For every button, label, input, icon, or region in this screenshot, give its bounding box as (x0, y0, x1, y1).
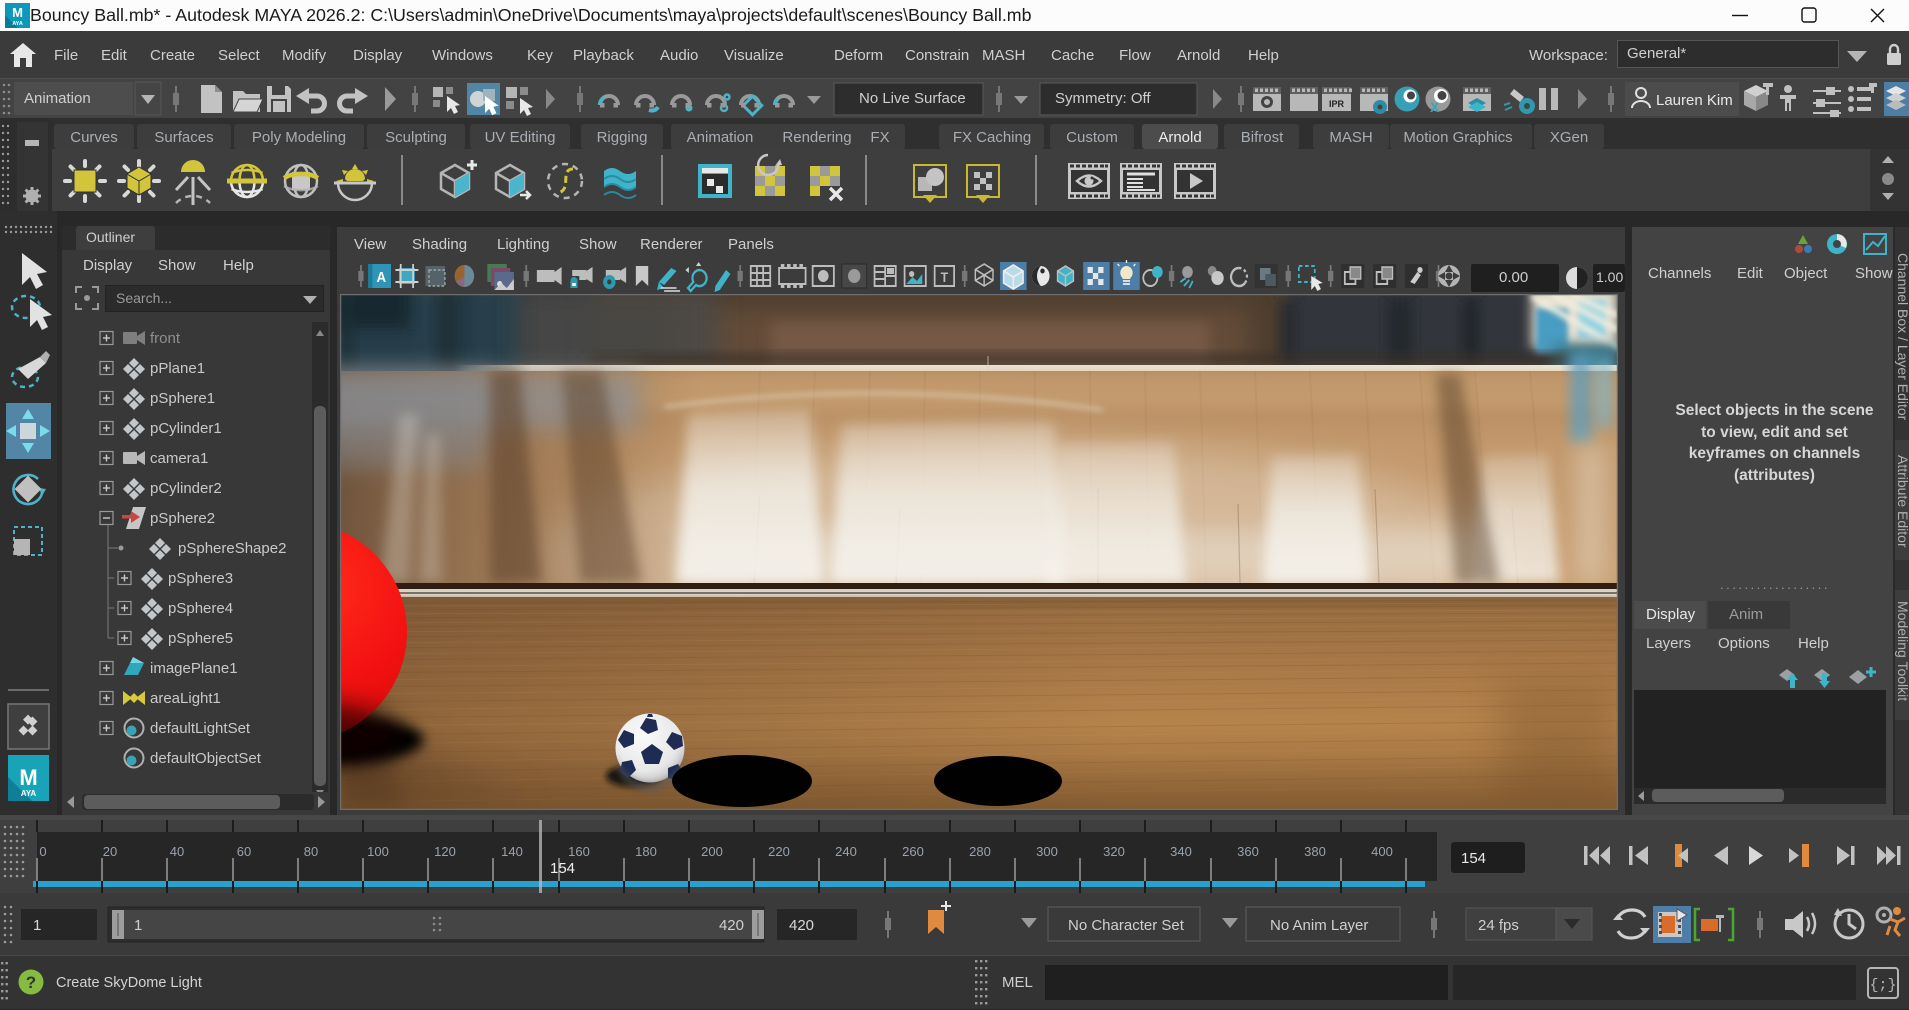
svg-text:XGen: XGen (1550, 129, 1588, 146)
svg-text:FX Caching: FX Caching (953, 129, 1031, 146)
svg-text:pSphere1: pSphere1 (150, 390, 215, 407)
svg-text:pSphere3: pSphere3 (168, 570, 233, 587)
svg-text:?: ? (26, 973, 36, 992)
svg-text:Custom: Custom (1066, 129, 1118, 146)
svg-text:No Anim Layer: No Anim Layer (1270, 917, 1368, 934)
svg-text:260: 260 (902, 844, 924, 859)
svg-text:80: 80 (304, 844, 318, 859)
svg-text:A: A (376, 268, 386, 285)
svg-text:40: 40 (170, 844, 184, 859)
svg-text:T: T (941, 269, 949, 285)
svg-text:M: M (12, 5, 23, 20)
svg-text:Create SkyDome Light: Create SkyDome Light (56, 975, 202, 991)
svg-text:220: 220 (768, 844, 790, 859)
svg-text:FX: FX (870, 129, 889, 146)
svg-text:1: 1 (134, 917, 142, 934)
svg-text:pSphereShape2: pSphereShape2 (178, 540, 286, 557)
svg-text:pSphere5: pSphere5 (168, 630, 233, 647)
svg-text:pSphere4: pSphere4 (168, 600, 233, 617)
svg-text:UV Editing: UV Editing (485, 129, 556, 146)
svg-text:Sculpting: Sculpting (385, 129, 447, 146)
svg-text:IPR: IPR (1329, 99, 1345, 109)
svg-text:24 fps: 24 fps (1478, 917, 1519, 934)
svg-text:300: 300 (1036, 844, 1058, 859)
svg-text:Poly Modeling: Poly Modeling (252, 129, 346, 146)
svg-text:180: 180 (635, 844, 657, 859)
svg-text:20: 20 (103, 844, 117, 859)
svg-text:Animation: Animation (687, 129, 754, 146)
svg-text:160: 160 (568, 844, 590, 859)
svg-text:0: 0 (39, 844, 46, 859)
svg-text:140: 140 (501, 844, 523, 859)
svg-text:Motion Graphics: Motion Graphics (1403, 129, 1512, 146)
svg-text:pCylinder2: pCylinder2 (150, 480, 222, 497)
svg-text:front: front (150, 330, 181, 347)
svg-text:AYA: AYA (21, 789, 37, 798)
svg-text:MEL: MEL (1002, 974, 1033, 991)
svg-text:Rigging: Rigging (597, 129, 648, 146)
svg-text:380: 380 (1304, 844, 1326, 859)
svg-text:120: 120 (434, 844, 456, 859)
svg-text:Arnold: Arnold (1158, 129, 1201, 146)
svg-text:60: 60 (237, 844, 251, 859)
svg-text:154: 154 (550, 860, 575, 877)
svg-text:420: 420 (789, 917, 814, 934)
svg-text:defaultLightSet: defaultLightSet (150, 720, 251, 737)
svg-text:320: 320 (1103, 844, 1125, 859)
svg-text:camera1: camera1 (150, 450, 208, 467)
svg-text:1: 1 (33, 917, 41, 934)
svg-text:areaLight1: areaLight1 (150, 690, 221, 707)
svg-text:M: M (19, 765, 37, 790)
svg-text:X: X (1430, 99, 1440, 115)
svg-text:Lauren Kim: Lauren Kim (1656, 92, 1733, 109)
svg-text:pCylinder1: pCylinder1 (150, 420, 222, 437)
svg-text:200: 200 (701, 844, 723, 859)
svg-text:360: 360 (1237, 844, 1259, 859)
svg-text:280: 280 (969, 844, 991, 859)
svg-text:AYA: AYA (12, 21, 23, 27)
svg-text:{;}: {;} (1869, 977, 1896, 994)
svg-text:100: 100 (367, 844, 389, 859)
svg-text:400: 400 (1371, 844, 1393, 859)
svg-text:Surfaces: Surfaces (154, 129, 213, 146)
svg-text:154: 154 (1461, 850, 1486, 867)
svg-text:MASH: MASH (1329, 129, 1372, 146)
svg-text:Bifrost: Bifrost (1241, 129, 1284, 146)
svg-text:No Character Set: No Character Set (1068, 917, 1185, 934)
svg-text:Rendering: Rendering (782, 129, 851, 146)
svg-text:imagePlane1: imagePlane1 (150, 660, 238, 677)
svg-text:420: 420 (719, 917, 744, 934)
svg-text:340: 340 (1170, 844, 1192, 859)
svg-text:pSphere2: pSphere2 (150, 510, 215, 527)
svg-text:pPlane1: pPlane1 (150, 360, 205, 377)
svg-text:Curves: Curves (70, 129, 118, 146)
svg-text:defaultObjectSet: defaultObjectSet (150, 750, 262, 767)
svg-text:240: 240 (835, 844, 857, 859)
